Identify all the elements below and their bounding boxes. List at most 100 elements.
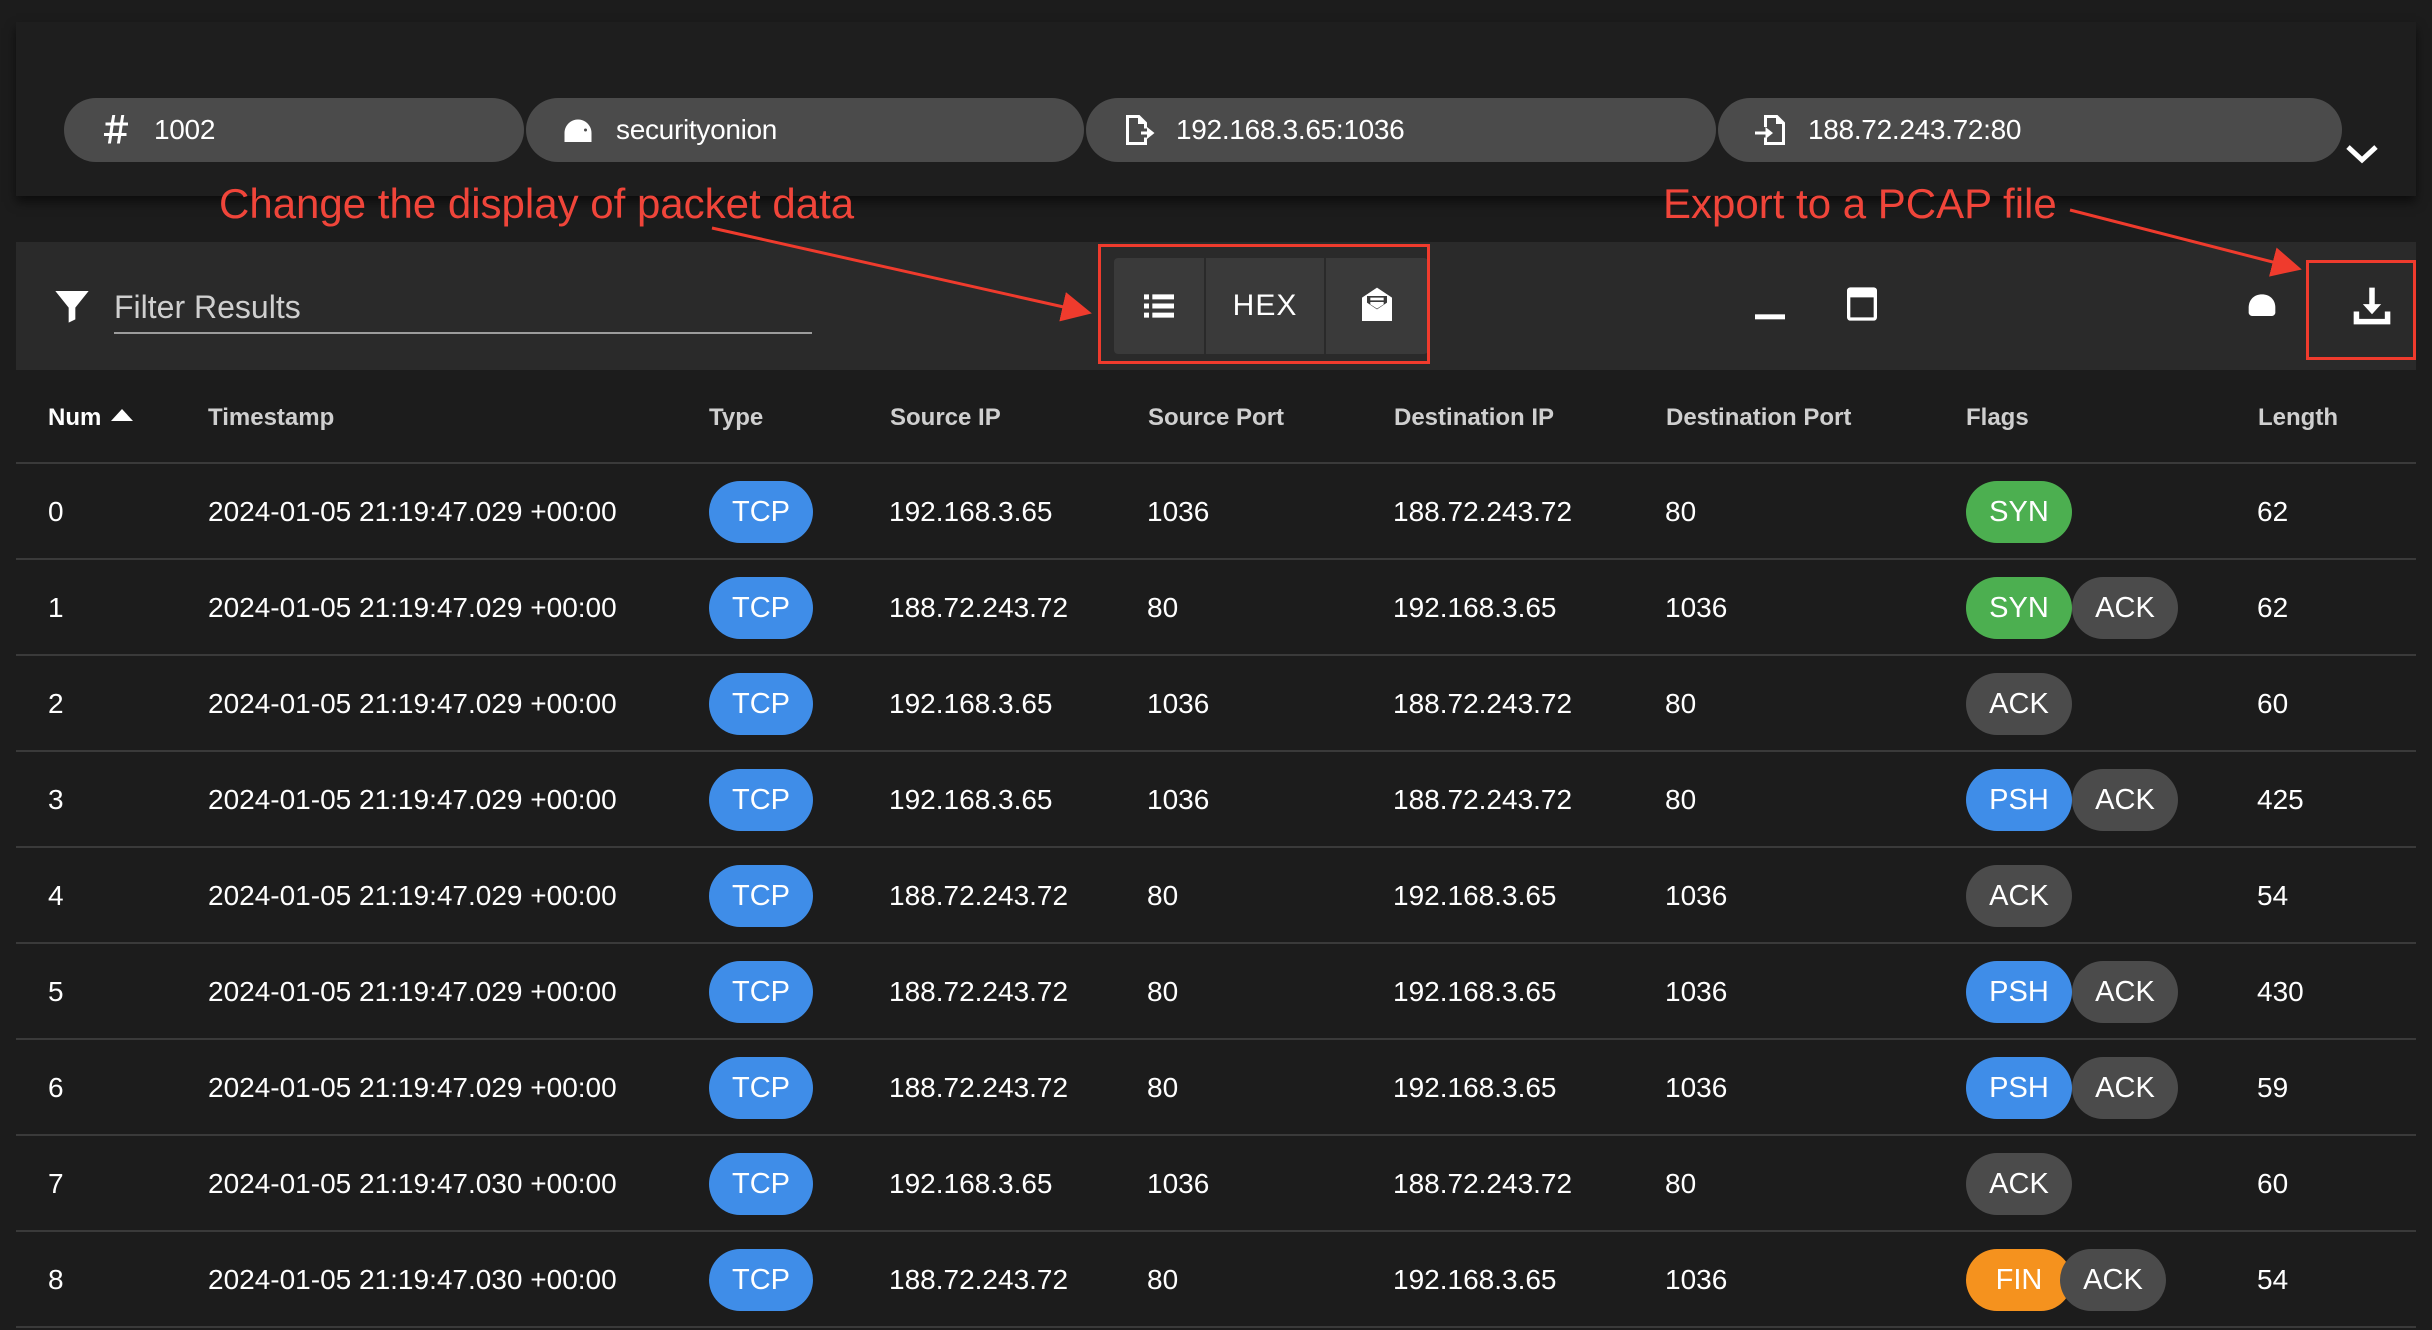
flag-badge-ack: ACK [1966, 865, 2072, 927]
cell-destination-ip: 192.168.3.65 [1393, 1072, 1557, 1103]
file-export-icon [1118, 110, 1158, 150]
col-source-port[interactable]: Source Port [1148, 404, 1284, 432]
cell-length: 425 [2257, 784, 2304, 815]
table-header: Num Timestamp Type Source IP Source Port… [16, 370, 2416, 464]
table-row[interactable]: 3 2024-01-05 21:19:47.029 +00:00 TCP 192.16… [16, 752, 2416, 848]
cell-timestamp: 2024-01-05 21:19:47.029 +00:00 [208, 976, 617, 1007]
col-flags[interactable]: Flags [1966, 404, 2029, 432]
hash-icon [96, 110, 136, 150]
cell-destination-ip: 192.168.3.65 [1393, 592, 1557, 623]
cell-source-ip: 188.72.243.72 [889, 880, 1069, 911]
chip-source[interactable]: 192.168.3.65:1036 [1086, 98, 1716, 162]
table-row[interactable]: 6 2024-01-05 21:19:47.029 +00:00 TCP 188.72… [16, 1040, 2416, 1136]
cell-num: 2 [48, 688, 64, 719]
cell-timestamp: 2024-01-05 21:19:47.030 +00:00 [208, 1264, 617, 1295]
cell-num: 4 [48, 880, 64, 911]
table-row[interactable]: 5 2024-01-05 21:19:47.029 +00:00 TCP 188.72… [16, 944, 2416, 1040]
cell-timestamp: 2024-01-05 21:19:47.029 +00:00 [208, 784, 617, 815]
cell-timestamp: 2024-01-05 21:19:47.029 +00:00 [208, 688, 617, 719]
type-badge: TCP [709, 1153, 813, 1215]
file-import-icon [1750, 110, 1790, 150]
cell-num: 0 [48, 496, 64, 527]
cell-destination-port: 1036 [1665, 1264, 1728, 1295]
cell-source-port: 80 [1147, 1264, 1179, 1295]
chevron-down-icon [2346, 145, 2378, 164]
cell-source-ip: 192.168.3.65 [889, 784, 1053, 815]
col-num[interactable]: Num [48, 404, 134, 432]
col-num-label: Num [48, 404, 102, 431]
col-type[interactable]: Type [709, 404, 763, 432]
flag-badge-syn: SYN [1966, 481, 2072, 543]
col-destination-port[interactable]: Destination Port [1666, 404, 1851, 432]
cell-length: 60 [2257, 1168, 2289, 1199]
cell-num: 6 [48, 1072, 64, 1103]
window-icon [1847, 287, 1877, 321]
cell-destination-ip: 192.168.3.65 [1393, 880, 1557, 911]
cell-destination-ip: 188.72.243.72 [1393, 688, 1573, 719]
chip-destination-text: 188.72.243.72:80 [1808, 114, 2022, 145]
cell-source-ip: 188.72.243.72 [889, 976, 1069, 1007]
table-row[interactable]: 2 2024-01-05 21:19:47.029 +00:00 TCP 192.16… [16, 656, 2416, 752]
cell-length: 59 [2257, 1072, 2289, 1103]
filter-results-input[interactable] [114, 282, 812, 334]
cell-num: 8 [48, 1264, 64, 1295]
cell-timestamp: 2024-01-05 21:19:47.029 +00:00 [208, 880, 617, 911]
display-mode-highlight [1098, 244, 1430, 364]
cell-destination-port: 1036 [1665, 592, 1728, 623]
cell-length: 54 [2257, 1264, 2289, 1295]
hat-button[interactable] [2238, 282, 2286, 330]
cell-source-port: 1036 [1147, 784, 1210, 815]
display-annotation: Change the display of packet data [219, 180, 855, 227]
table-row[interactable]: 4 2024-01-05 21:19:47.029 +00:00 TCP 188.72… [16, 848, 2416, 944]
table-row[interactable]: 7 2024-01-05 21:19:47.030 +00:00 TCP 192.16… [16, 1136, 2416, 1232]
type-badge: TCP [709, 769, 813, 831]
expand-summary-button[interactable] [2342, 134, 2382, 174]
chip-destination[interactable]: 188.72.243.72:80 [1718, 98, 2342, 162]
cell-destination-ip: 188.72.243.72 [1393, 1168, 1573, 1199]
hat-icon [2248, 294, 2276, 316]
minimize-button[interactable] [1746, 282, 1794, 330]
sensor-icon [558, 110, 598, 150]
cell-timestamp: 2024-01-05 21:19:47.029 +00:00 [208, 592, 617, 623]
cell-destination-ip: 192.168.3.65 [1393, 976, 1557, 1007]
minimize-icon [1755, 314, 1785, 320]
col-source-ip[interactable]: Source IP [890, 404, 1001, 432]
cell-source-ip: 192.168.3.65 [889, 1168, 1053, 1199]
cell-destination-port: 80 [1665, 784, 1697, 815]
type-badge: TCP [709, 1249, 813, 1311]
flag-badge-ack: ACK [2060, 1249, 2166, 1311]
cell-source-ip: 188.72.243.72 [889, 1072, 1069, 1103]
flag-badge-psh: PSH [1966, 1057, 2072, 1119]
flag-badge-psh: PSH [1966, 769, 2072, 831]
cell-source-port: 1036 [1147, 496, 1210, 527]
flag-badge-ack: ACK [2072, 769, 2178, 831]
chip-sensor[interactable]: securityonion [526, 98, 1084, 162]
export-highlight [2306, 260, 2416, 360]
col-destination-ip[interactable]: Destination IP [1394, 404, 1554, 432]
cell-source-ip: 188.72.243.72 [889, 1264, 1069, 1295]
cell-source-port: 80 [1147, 976, 1179, 1007]
cell-destination-port: 80 [1665, 1168, 1697, 1199]
cell-source-port: 80 [1147, 880, 1179, 911]
cell-length: 62 [2257, 496, 2289, 527]
type-badge: TCP [709, 577, 813, 639]
col-length[interactable]: Length [2258, 404, 2338, 432]
col-timestamp[interactable]: Timestamp [208, 404, 334, 432]
flag-badge-ack: ACK [2072, 961, 2178, 1023]
packet-table: Num Timestamp Type Source IP Source Port… [16, 370, 2416, 1328]
cell-num: 1 [48, 592, 64, 623]
chip-id[interactable]: 1002 [64, 98, 524, 162]
cell-timestamp: 2024-01-05 21:19:47.029 +00:00 [208, 1072, 617, 1103]
type-badge: TCP [709, 1057, 813, 1119]
type-badge: TCP [709, 961, 813, 1023]
cell-destination-ip: 188.72.243.72 [1393, 496, 1573, 527]
table-row[interactable]: 1 2024-01-05 21:19:47.029 +00:00 TCP 188.72… [16, 560, 2416, 656]
table-row[interactable]: 0 2024-01-05 21:19:47.029 +00:00 TCP 192.16… [16, 464, 2416, 560]
table-row[interactable]: 8 2024-01-05 21:19:47.030 +00:00 TCP 188.72… [16, 1232, 2416, 1328]
cell-source-ip: 188.72.243.72 [889, 592, 1069, 623]
maximize-button[interactable] [1838, 280, 1886, 328]
flag-badge-ack: ACK [2072, 1057, 2178, 1119]
cell-destination-port: 1036 [1665, 1072, 1728, 1103]
cell-length: 60 [2257, 688, 2289, 719]
flag-badge-fin: FIN [1966, 1249, 2072, 1311]
